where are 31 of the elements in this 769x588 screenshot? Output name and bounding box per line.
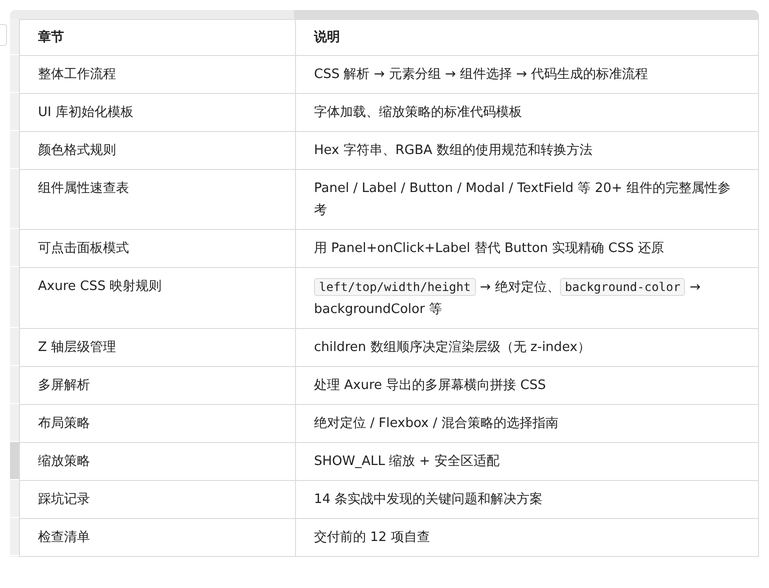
- table-cell: UI 库初始化模板: [20, 94, 296, 132]
- table-cell: 处理 Axure 导出的多屏幕横向拼接 CSS: [296, 366, 758, 404]
- table-cell: 多屏解析: [20, 366, 296, 404]
- table-cell: CSS 解析 → 元素分组 → 组件选择 → 代码生成的标准流程: [296, 56, 758, 94]
- table-cell: Axure CSS 映射规则: [20, 268, 296, 328]
- column-header: 说明: [296, 20, 758, 56]
- table-cell: left/top/width/height → 绝对定位、 background-color → backgroundColor 等: [296, 268, 758, 328]
- drag-handle-icon[interactable]: [0, 24, 7, 46]
- table-cell: 用 Panel+onClick+Label 替代 Button 实现精确 CSS 还原: [296, 230, 758, 268]
- table-cell: children 数组顺序决定渲染层级（无 z-index）: [296, 328, 758, 366]
- table-cell: SHOW_ALL 缩放 + 安全区适配: [296, 442, 758, 480]
- table-cell: 可点击面板模式: [20, 230, 296, 268]
- table-cell: 字体加载、缩放策略的标准代码模板: [296, 94, 758, 132]
- table-cell: 踩坑记录: [20, 480, 296, 518]
- table-cell: 颜色格式规则: [20, 132, 296, 170]
- table-cell: Z 轴层级管理: [20, 328, 296, 366]
- table-cell: 整体工作流程: [20, 56, 296, 94]
- table-cell: 14 条实战中发现的关键问题和解决方案: [296, 480, 758, 518]
- table-cell: 绝对定位 / Flexbox / 混合策略的选择指南: [296, 404, 758, 442]
- table-cell: 布局策略: [20, 404, 296, 442]
- table-cell: 交付前的 12 项自查: [296, 518, 758, 556]
- column-handle[interactable]: [294, 10, 759, 19]
- row-handle[interactable]: [10, 442, 19, 480]
- table-cell: Hex 字符串、RGBA 数组的使用规范和转换方法: [296, 132, 758, 170]
- table-cell: 组件属性速查表: [20, 170, 296, 230]
- table-cell: Panel / Label / Button / Modal / TextField 等 20+ 组件的完整属性参考: [296, 170, 758, 230]
- corner-handle[interactable]: [10, 10, 19, 19]
- table-cell: 缩放策略: [20, 442, 296, 480]
- column-handle[interactable]: [19, 10, 294, 19]
- column-header: 章节: [20, 20, 296, 56]
- table-cell: 检查清单: [20, 518, 296, 556]
